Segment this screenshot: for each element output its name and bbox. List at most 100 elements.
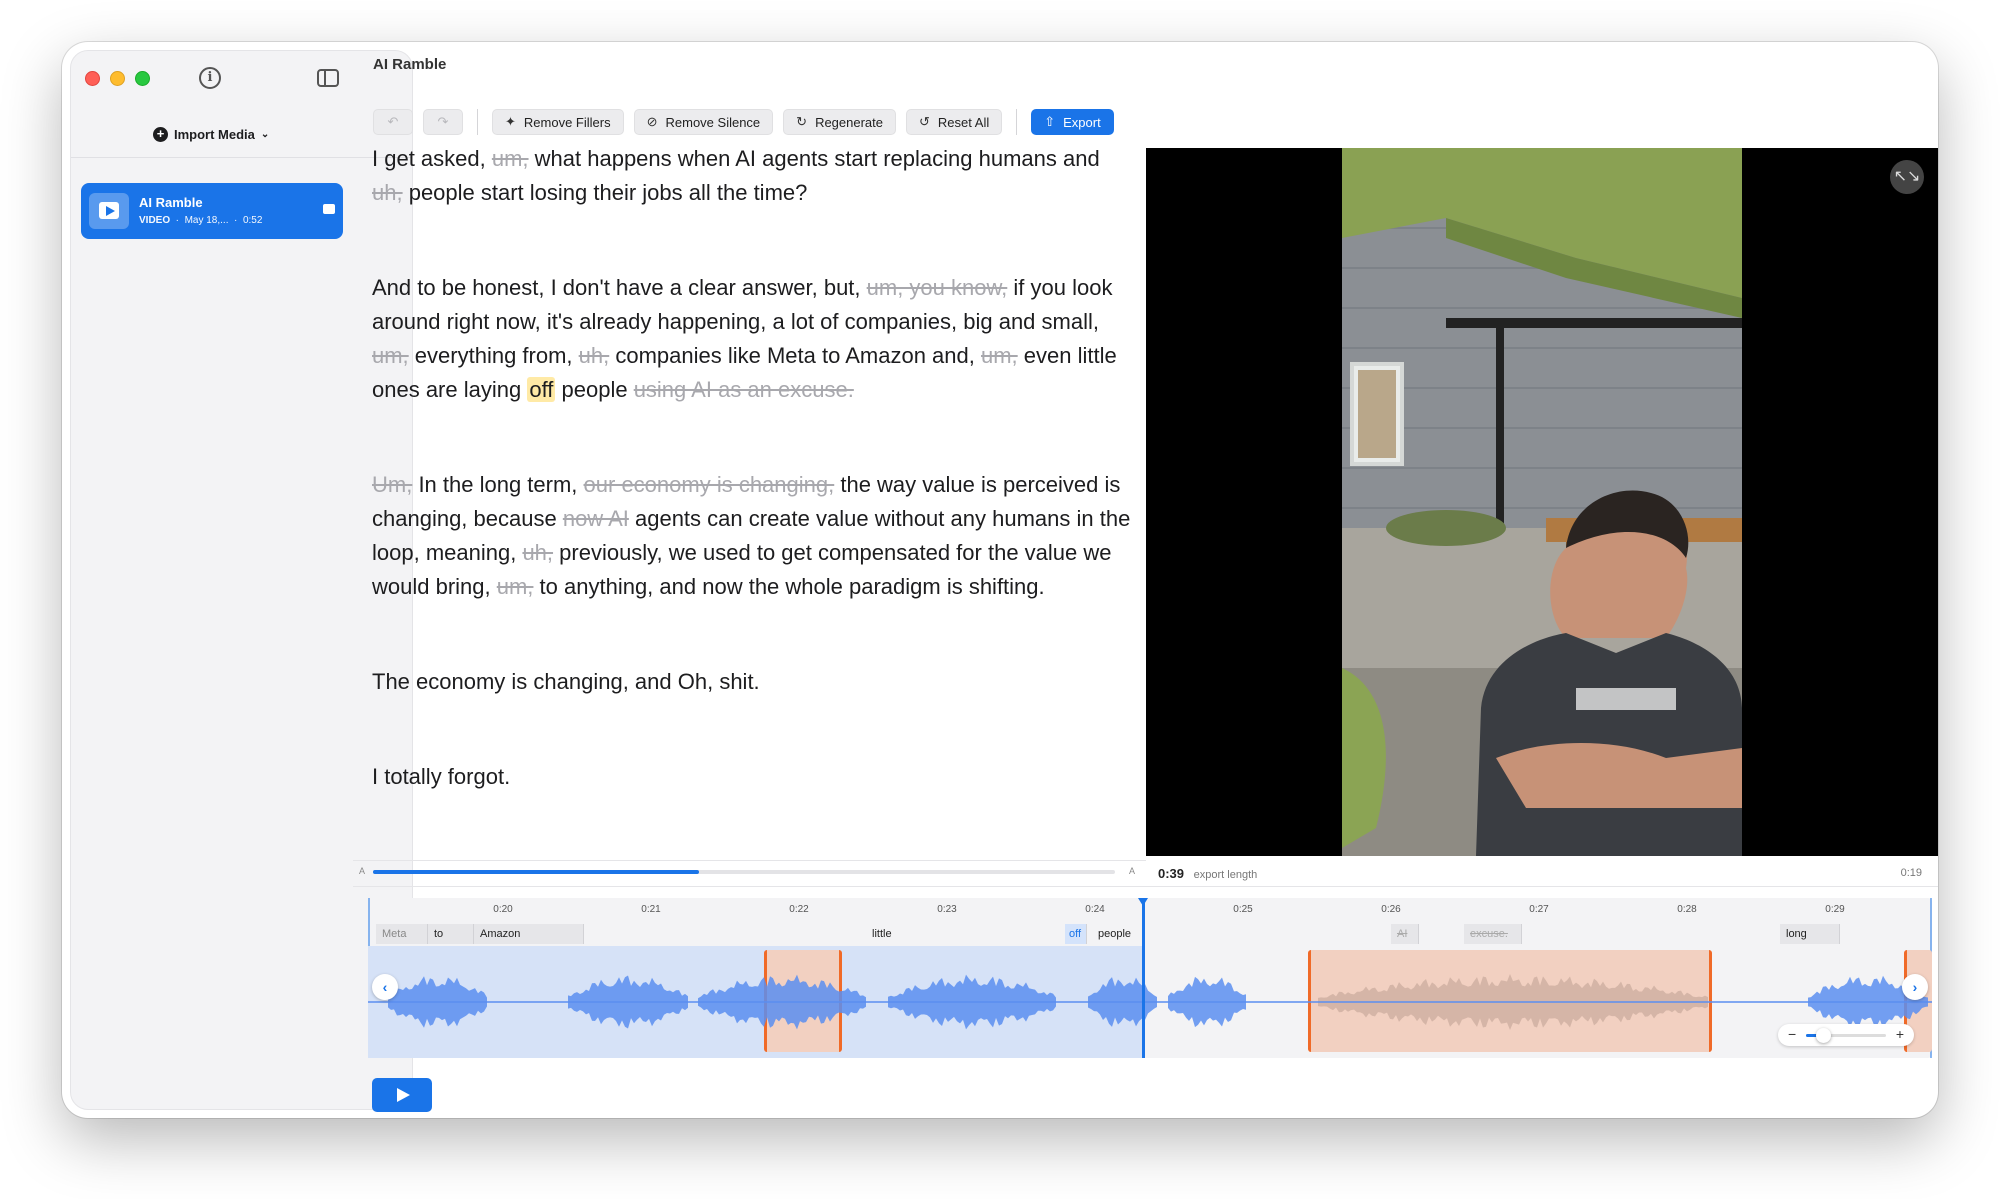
- removed-word[interactable]: um,: [372, 343, 409, 368]
- time-tick: 0:22: [789, 904, 809, 915]
- chevron-left-icon[interactable]: ‹: [372, 974, 398, 1000]
- transcript-text[interactable]: And to be honest, I don't have a clear a…: [372, 275, 867, 300]
- video-play-icon: [89, 193, 129, 229]
- zoom-in-icon[interactable]: +: [1896, 1026, 1904, 1042]
- removed-word[interactable]: uh,: [522, 540, 553, 565]
- time-tick: 0:23: [937, 904, 957, 915]
- time-ruler[interactable]: 0:20 0:21 0:22 0:23 0:24 0:25 0:26 0:27 0:28 0:29: [368, 898, 1932, 922]
- media-item-title: AI Ramble: [139, 195, 203, 210]
- removed-word[interactable]: um,: [492, 146, 529, 171]
- transcript-text[interactable]: The economy is changing, and Oh, shit.: [372, 669, 760, 694]
- removed-word[interactable]: uh,: [372, 180, 403, 205]
- toolbar: ↶ ↷ ✦ Remove Fillers ⊘ Remove Silence ↻ …: [373, 108, 1114, 136]
- transcript-paragraph[interactable]: Um, In the long term, our economy is cha…: [372, 468, 1132, 604]
- video-frame: [1342, 148, 1742, 856]
- sidebar: i + Import Media ⌄ AI Ramble VIDEO · May…: [70, 50, 413, 1110]
- timeline-word[interactable]: little: [866, 924, 926, 944]
- magic-wand-icon: ✦: [505, 114, 516, 129]
- export-label: Export: [1063, 114, 1101, 130]
- playhead[interactable]: [1138, 898, 1148, 1058]
- remove-fillers-button[interactable]: ✦ Remove Fillers: [492, 109, 624, 135]
- zoom-window-button[interactable]: [135, 71, 150, 86]
- transcript-text[interactable]: to anything, and now the whole paradigm …: [533, 574, 1045, 599]
- timeline-divider: [353, 886, 1938, 887]
- meta-separator: ·: [172, 215, 182, 226]
- transcript-text[interactable]: I get asked,: [372, 146, 492, 171]
- removed-word[interactable]: Um,: [372, 472, 412, 497]
- media-item-meta: VIDEO · May 18,... · 0:52: [139, 215, 262, 226]
- scrubber-progress: [373, 870, 700, 874]
- transcript-text[interactable]: everything from,: [409, 343, 579, 368]
- zoom-out-icon[interactable]: −: [1788, 1026, 1796, 1042]
- transcript-paragraph[interactable]: I totally forgot.: [372, 760, 1132, 794]
- removed-word[interactable]: um,: [981, 343, 1018, 368]
- plus-circle-icon: +: [153, 127, 168, 142]
- import-media-button[interactable]: + Import Media ⌄: [153, 127, 269, 142]
- timeline-word-removed[interactable]: excuse.: [1464, 924, 1522, 944]
- time-tick: 0:28: [1677, 904, 1697, 915]
- transcript-editor[interactable]: I get asked, um, what happens when AI ag…: [372, 142, 1132, 789]
- transcript-text[interactable]: In the long term,: [412, 472, 583, 497]
- transcript-text[interactable]: companies like Meta to Amazon and,: [609, 343, 981, 368]
- removed-word[interactable]: um, you know,: [867, 275, 1008, 300]
- sidebar-toggle-icon[interactable]: [317, 69, 339, 87]
- transcript-text[interactable]: what happens when AI agents start replac…: [529, 146, 1100, 171]
- chevron-right-icon[interactable]: ›: [1902, 974, 1928, 1000]
- transcript-paragraph[interactable]: I get asked, um, what happens when AI ag…: [372, 142, 1132, 210]
- scrubber-right-label: A: [1129, 866, 1136, 876]
- app-title: AI Ramble: [373, 56, 447, 73]
- removed-word[interactable]: uh,: [579, 343, 610, 368]
- timeline-word[interactable]: people: [1092, 924, 1148, 944]
- meta-separator: ·: [231, 215, 241, 226]
- window-controls: [85, 71, 150, 86]
- transcript-paragraph[interactable]: And to be honest, I don't have a clear a…: [372, 271, 1132, 407]
- transcript-text[interactable]: people: [555, 377, 633, 402]
- transcript-text[interactable]: people start losing their jobs all the t…: [403, 180, 808, 205]
- timeline-word[interactable]: long: [1780, 924, 1840, 944]
- transcript-paragraph[interactable]: The economy is changing, and Oh, shit.: [372, 665, 1132, 699]
- time-tick: 0:20: [493, 904, 513, 915]
- current-word[interactable]: off: [527, 377, 556, 402]
- toolbar-divider: [477, 109, 478, 135]
- zoom-slider[interactable]: − +: [1778, 1024, 1914, 1046]
- media-item-duration: 0:52: [242, 215, 263, 226]
- export-length-label: export length: [1193, 869, 1258, 881]
- export-button[interactable]: ⇧ Export: [1031, 109, 1114, 135]
- undo-button[interactable]: ↶: [373, 109, 413, 135]
- expand-icon[interactable]: ↖↘: [1890, 160, 1924, 194]
- remove-silence-button[interactable]: ⊘ Remove Silence: [633, 109, 774, 135]
- total-duration: 0:19: [1900, 867, 1922, 879]
- import-media-label: Import Media: [174, 127, 255, 142]
- timeline-word[interactable]: to: [428, 924, 474, 944]
- video-preview[interactable]: ↖↘: [1146, 148, 1938, 856]
- minimize-window-button[interactable]: [110, 71, 125, 86]
- text-scrubber[interactable]: A A: [353, 860, 1146, 880]
- export-length: 0:39 export length: [1158, 866, 1257, 881]
- redo-button[interactable]: ↷: [423, 109, 463, 135]
- waveform: [368, 974, 1932, 1030]
- time-tick: 0:29: [1825, 904, 1845, 915]
- mute-icon: ⊘: [646, 114, 658, 129]
- removed-word[interactable]: our economy is changing,: [584, 472, 835, 497]
- timeline-word-removed[interactable]: AI: [1391, 924, 1419, 944]
- waveform-track[interactable]: ‹ › − +: [368, 898, 1932, 1058]
- removed-word[interactable]: um,: [497, 574, 534, 599]
- info-icon[interactable]: i: [199, 67, 221, 89]
- sidebar-divider: [71, 157, 412, 158]
- chat-icon[interactable]: [323, 204, 335, 214]
- close-window-button[interactable]: [85, 71, 100, 86]
- regenerate-button[interactable]: ↻ Regenerate: [783, 109, 897, 135]
- transcript-text[interactable]: I totally forgot.: [372, 764, 510, 789]
- reset-icon: ↺: [919, 114, 930, 129]
- removed-word[interactable]: now AI: [563, 506, 629, 531]
- reset-all-button[interactable]: ↺ Reset All: [906, 109, 1003, 135]
- word-track[interactable]: Meta to Amazon little off people AI excu…: [368, 924, 1932, 944]
- timeline-word[interactable]: Meta: [376, 924, 428, 944]
- timeline-word-current[interactable]: off: [1065, 924, 1087, 944]
- media-item[interactable]: AI Ramble VIDEO · May 18,... · 0:52: [81, 183, 343, 239]
- removed-word[interactable]: using AI as an excuse.: [634, 377, 854, 402]
- zoom-knob[interactable]: [1816, 1028, 1831, 1043]
- timeline[interactable]: 0:20 0:21 0:22 0:23 0:24 0:25 0:26 0:27 0:28 0:29…: [368, 898, 1932, 1058]
- play-button[interactable]: [372, 1078, 432, 1112]
- timeline-word[interactable]: Amazon: [474, 924, 584, 944]
